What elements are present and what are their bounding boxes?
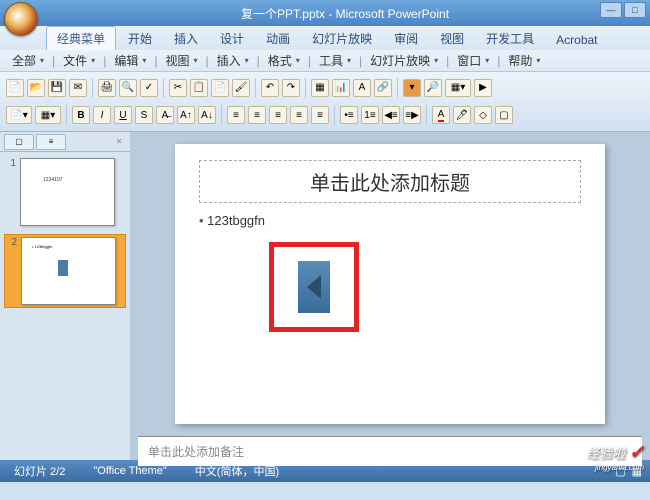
bullet-text[interactable]: 123tbggfn xyxy=(199,213,581,228)
panel-tabs: ▢ ≡ ✕ xyxy=(0,132,130,152)
justify-icon[interactable]: ≡ xyxy=(290,106,308,124)
toolbar-row-1: 📄 📂 💾 ✉ 🖨 🔍 ✓ ✂ 📋 📄 🖌 ↶ ↷ ▦ 📊 A 🔗 ▾ 🔎 ▦▾… xyxy=(6,76,644,100)
indent-less-icon[interactable]: ◀≡ xyxy=(382,106,400,124)
thumb-preview: • 123tbggfn xyxy=(21,237,116,305)
undo-icon[interactable]: ↶ xyxy=(261,79,279,97)
shapes-icon[interactable]: ◇ xyxy=(474,106,492,124)
menu-view[interactable]: 视图 xyxy=(161,50,201,71)
open-icon[interactable]: 📂 xyxy=(27,79,45,97)
slide-area: 单击此处添加标题 123tbggfn 单击此处添加备注 xyxy=(130,132,650,460)
mail-icon[interactable]: ✉ xyxy=(69,79,87,97)
workspace: ▢ ≡ ✕ 1 1234107 2 • 123tbggfn 单击此处添加 xyxy=(0,132,650,460)
save-icon[interactable]: 💾 xyxy=(48,79,66,97)
office-button[interactable] xyxy=(4,2,38,36)
tab-design[interactable]: 设计 xyxy=(210,27,254,50)
thumbnails: 1 1234107 2 • 123tbggfn xyxy=(0,152,130,460)
menu-window[interactable]: 窗口 xyxy=(453,50,493,71)
toolbar: 📄 📂 💾 ✉ 🖨 🔍 ✓ ✂ 📋 📄 🖌 ↶ ↷ ▦ 📊 A 🔗 ▾ 🔎 ▦▾… xyxy=(0,72,650,132)
table-icon[interactable]: ▦ xyxy=(311,79,329,97)
slideshow-icon[interactable]: ▶ xyxy=(474,79,492,97)
print-icon[interactable]: 🖨 xyxy=(98,79,116,97)
indent-more-icon[interactable]: ≡▶ xyxy=(403,106,421,124)
strike-icon[interactable]: A̶ xyxy=(156,106,174,124)
thumbnail-1[interactable]: 1 1234107 xyxy=(4,156,126,228)
hyperlink-icon[interactable]: 🔗 xyxy=(374,79,392,97)
menu-all[interactable]: 全部 xyxy=(8,50,48,71)
slides-panel: ▢ ≡ ✕ 1 1234107 2 • 123tbggfn xyxy=(0,132,130,460)
format-painter-icon[interactable]: 🖌 xyxy=(232,79,250,97)
new-icon[interactable]: 📄 xyxy=(6,79,24,97)
font-shrink-icon[interactable]: A↓ xyxy=(198,106,216,124)
find-icon[interactable]: 🔎 xyxy=(424,79,442,97)
menu-edit[interactable]: 编辑 xyxy=(110,50,150,71)
minimize-button[interactable]: — xyxy=(600,2,622,18)
thumb-number: 1 xyxy=(6,158,16,226)
copy-icon[interactable]: 📋 xyxy=(190,79,208,97)
menu-help[interactable]: 帮助 xyxy=(504,50,544,71)
watermark: 经验啦 ✓ jingyanla.com xyxy=(586,442,644,472)
underline-icon[interactable]: U xyxy=(114,106,132,124)
align-center-icon[interactable]: ≡ xyxy=(248,106,266,124)
action-button-back[interactable] xyxy=(298,261,330,313)
tab-home[interactable]: 开始 xyxy=(118,27,162,50)
slides-tab[interactable]: ▢ xyxy=(4,134,34,150)
menu-format[interactable]: 格式 xyxy=(264,50,304,71)
ribbon-tabs: 经典菜单 开始 插入 设计 动画 幻灯片放映 审阅 视图 开发工具 Acroba… xyxy=(0,26,650,50)
numbering-icon[interactable]: 1≡ xyxy=(361,106,379,124)
tab-classic-menu[interactable]: 经典菜单 xyxy=(46,26,116,50)
status-language[interactable]: 中文(简体，中国) xyxy=(189,461,285,481)
highlight-icon[interactable]: 🖊 xyxy=(453,106,471,124)
menu-file[interactable]: 文件 xyxy=(59,50,99,71)
tab-devtools[interactable]: 开发工具 xyxy=(476,27,544,50)
tab-insert[interactable]: 插入 xyxy=(164,27,208,50)
tab-slideshow[interactable]: 幻灯片放映 xyxy=(302,27,382,50)
tab-acrobat[interactable]: Acrobat xyxy=(546,30,607,50)
layout-icon[interactable]: ▦▾ xyxy=(35,106,61,124)
cut-icon[interactable]: ✂ xyxy=(169,79,187,97)
classic-menu-bar: 全部 | 文件 | 编辑 | 视图 | 插入 | 格式 | 工具 | 幻灯片放映… xyxy=(0,50,650,72)
bold-icon[interactable]: B xyxy=(72,106,90,124)
window-title: 复一个PPT.pptx - Microsoft PowerPoint xyxy=(241,5,449,22)
toolbar-row-2: 📄▾ ▦▾ B I U S A̶ A↑ A↓ ≡ ≡ ≡ ≡ ≡ •≡ 1≡ ◀… xyxy=(6,104,644,128)
thumbnail-2[interactable]: 2 • 123tbggfn xyxy=(4,234,126,308)
new-slide-icon[interactable]: 📄▾ xyxy=(6,106,32,124)
bullets-icon[interactable]: •≡ xyxy=(340,106,358,124)
status-theme: "Office Theme" xyxy=(87,463,172,479)
shadow-icon[interactable]: S xyxy=(135,106,153,124)
menu-insert[interactable]: 插入 xyxy=(213,50,253,71)
thumb-number: 2 xyxy=(7,237,17,305)
thumb-preview: 1234107 xyxy=(20,158,115,226)
tab-review[interactable]: 审阅 xyxy=(384,27,428,50)
redo-icon[interactable]: ↷ xyxy=(282,79,300,97)
tab-view[interactable]: 视图 xyxy=(430,27,474,50)
tab-animation[interactable]: 动画 xyxy=(256,27,300,50)
red-highlight-box xyxy=(269,242,359,332)
color-icon[interactable]: ▾ xyxy=(403,79,421,97)
slide: 单击此处添加标题 123tbggfn xyxy=(175,144,605,424)
check-icon: ✓ xyxy=(629,442,644,462)
status-slide-info: 幻灯片 2/2 xyxy=(8,461,71,481)
menu-slideshow[interactable]: 幻灯片放映 xyxy=(366,50,442,71)
paste-icon[interactable]: 📄 xyxy=(211,79,229,97)
textbox-icon[interactable]: A xyxy=(353,79,371,97)
title-bar: 复一个PPT.pptx - Microsoft PowerPoint — □ xyxy=(0,0,650,26)
title-placeholder[interactable]: 单击此处添加标题 xyxy=(199,160,581,203)
font-grow-icon[interactable]: A↑ xyxy=(177,106,195,124)
panel-close-icon[interactable]: ✕ xyxy=(112,134,126,150)
zoom-icon[interactable]: ▦▾ xyxy=(445,79,471,97)
maximize-button[interactable]: □ xyxy=(624,2,646,18)
chart-icon[interactable]: 📊 xyxy=(332,79,350,97)
preview-icon[interactable]: 🔍 xyxy=(119,79,137,97)
distribute-icon[interactable]: ≡ xyxy=(311,106,329,124)
align-left-icon[interactable]: ≡ xyxy=(227,106,245,124)
slide-canvas[interactable]: 单击此处添加标题 123tbggfn xyxy=(130,132,650,436)
arrange-icon[interactable]: ▢ xyxy=(495,106,513,124)
italic-icon[interactable]: I xyxy=(93,106,111,124)
spell-icon[interactable]: ✓ xyxy=(140,79,158,97)
outline-tab[interactable]: ≡ xyxy=(36,134,66,150)
align-right-icon[interactable]: ≡ xyxy=(269,106,287,124)
font-color-icon[interactable]: A xyxy=(432,106,450,124)
menu-tools[interactable]: 工具 xyxy=(315,50,355,71)
